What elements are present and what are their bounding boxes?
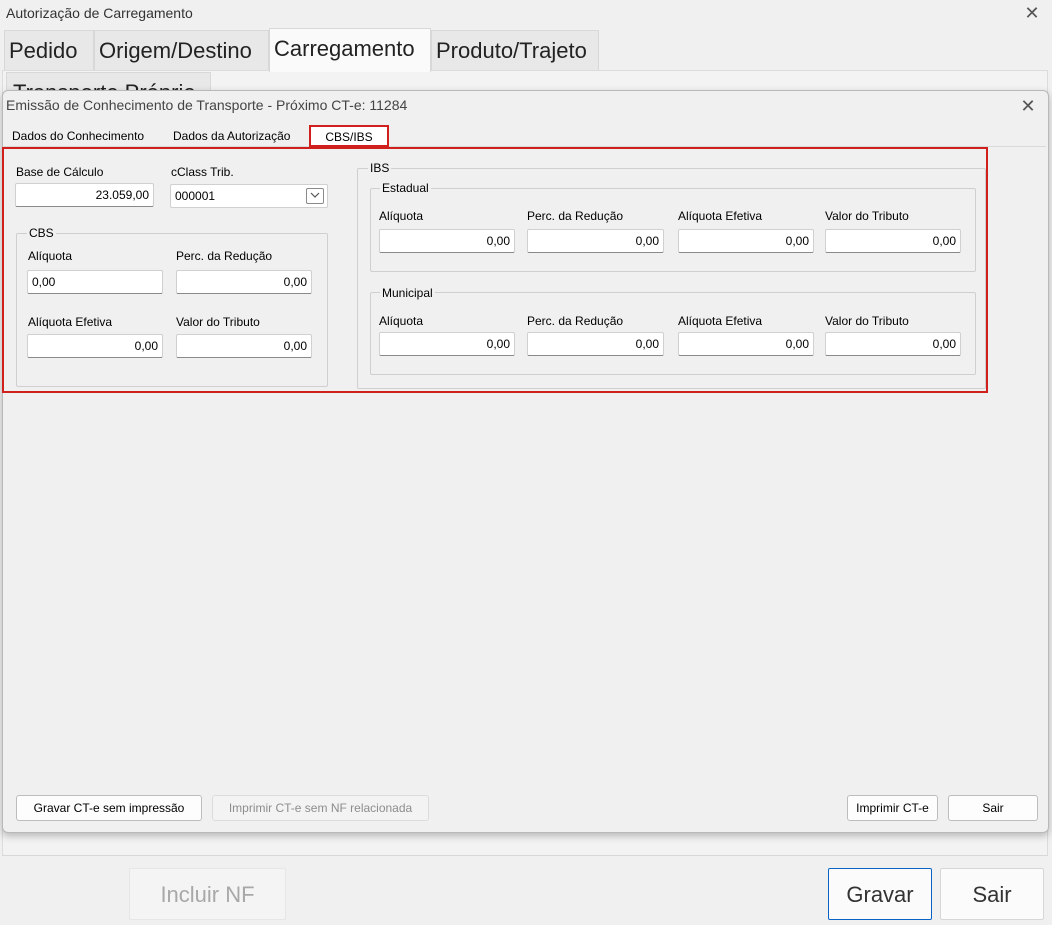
municipal-aliquota-efetiva-label: Alíquota Efetiva — [678, 314, 763, 328]
gravar-cte-sem-impressao-button[interactable]: Gravar CT-e sem impressão — [16, 795, 202, 821]
dialog-close-icon[interactable]: ✕ — [1018, 95, 1038, 117]
estadual-aliquota-label: Alíquota — [379, 209, 424, 223]
outer-window-title: Autorização de Carregamento — [6, 5, 193, 21]
incluir-nf-button[interactable]: Incluir NF — [129, 868, 286, 920]
tab-dados-conhecimento[interactable]: Dados do Conhecimento — [9, 126, 163, 147]
dialog-title: Emissão de Conhecimento de Transporte - … — [6, 97, 408, 113]
dialog-sair-button[interactable]: Sair — [948, 795, 1038, 821]
base-calculo-input[interactable]: 23.059,00 — [15, 183, 154, 207]
estadual-aliquota-efetiva-input[interactable]: 0,00 — [678, 229, 814, 253]
base-calculo-label: Base de Cálculo — [16, 165, 104, 179]
municipal-aliquota-label: Alíquota — [379, 314, 424, 328]
ibs-estadual-title: Estadual — [380, 181, 431, 195]
estadual-aliquota-efetiva-label: Alíquota Efetiva — [678, 209, 763, 223]
sair-button[interactable]: Sair — [940, 868, 1044, 920]
outer-close-icon[interactable]: ✕ — [1022, 2, 1042, 24]
gravar-button[interactable]: Gravar — [828, 868, 932, 920]
municipal-aliquota-input[interactable]: 0,00 — [379, 332, 515, 356]
imprimir-cte-button[interactable]: Imprimir CT-e — [847, 795, 938, 821]
tab-produto-trajeto[interactable]: Produto/Trajeto — [431, 30, 599, 70]
tab-carregamento[interactable]: Carregamento — [269, 28, 431, 72]
cbs-valor-tributo-label: Valor do Tributo — [176, 315, 260, 329]
municipal-valor-tributo-input[interactable]: 0,00 — [825, 332, 961, 356]
estadual-valor-tributo-label: Valor do Tributo — [825, 209, 909, 223]
ibs-municipal-title: Municipal — [380, 286, 435, 300]
cbs-aliquota-label: Alíquota — [28, 249, 73, 263]
estadual-aliquota-input[interactable]: 0,00 — [379, 229, 515, 253]
cbs-perc-reducao-input[interactable]: 0,00 — [176, 270, 312, 294]
tab-pedido[interactable]: Pedido — [4, 30, 94, 70]
municipal-valor-tributo-label: Valor do Tributo — [825, 314, 909, 328]
imprimir-cte-sem-nf-button[interactable]: Imprimir CT-e sem NF relacionada — [212, 795, 429, 821]
cbs-group-title: CBS — [27, 226, 56, 240]
tab-dados-autorizacao[interactable]: Dados da Autorização — [170, 126, 306, 147]
ibs-group-title: IBS — [368, 161, 392, 175]
estadual-valor-tributo-input[interactable]: 0,00 — [825, 229, 961, 253]
cclass-value: 000001 — [175, 189, 216, 203]
cbs-valor-tributo-input[interactable]: 0,00 — [176, 334, 312, 358]
chevron-down-icon[interactable] — [306, 188, 324, 204]
tab-cbs-ibs[interactable]: CBS/IBS — [309, 125, 389, 147]
cbs-aliquota-input[interactable]: 0,00 — [27, 270, 163, 294]
estadual-perc-reducao-input[interactable]: 0,00 — [527, 229, 664, 253]
cbs-aliquota-efetiva-label: Alíquota Efetiva — [28, 315, 113, 329]
municipal-aliquota-efetiva-input[interactable]: 0,00 — [678, 332, 814, 356]
divider — [2, 855, 1048, 856]
cclass-label: cClass Trib. — [171, 165, 234, 179]
estadual-perc-reducao-label: Perc. da Redução — [527, 209, 624, 223]
cclass-select[interactable]: 000001 — [170, 184, 328, 208]
cbs-aliquota-efetiva-input[interactable]: 0,00 — [27, 334, 163, 358]
tab-origem-destino[interactable]: Origem/Destino — [94, 30, 269, 70]
municipal-perc-reducao-label: Perc. da Redução — [527, 314, 624, 328]
cbs-perc-reducao-label: Perc. da Redução — [176, 249, 273, 263]
municipal-perc-reducao-input[interactable]: 0,00 — [527, 332, 664, 356]
